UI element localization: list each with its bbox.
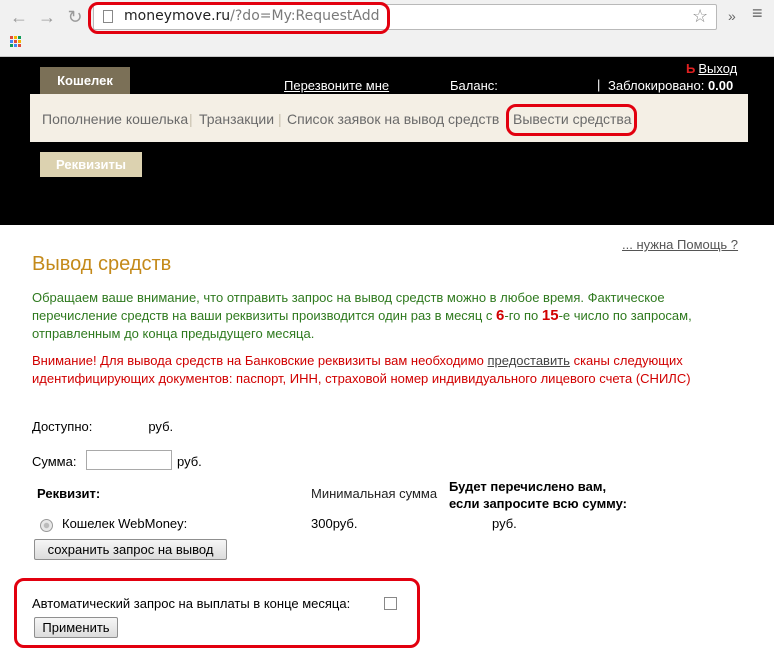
star-icon[interactable]: ☆ bbox=[692, 6, 708, 27]
blocked-label: Заблокировано: bbox=[608, 78, 705, 93]
row-total: руб. bbox=[492, 516, 517, 531]
row-min-sum: 300руб. bbox=[311, 516, 358, 531]
notice-day-to: 15 bbox=[541, 307, 559, 324]
col-total: Будет перечислено вам, если запросите всю… bbox=[449, 478, 627, 512]
header-separator: | bbox=[597, 77, 601, 92]
schedule-notice: Обращаем ваше внимание, что отправить за… bbox=[32, 289, 752, 343]
submenu-divider: | bbox=[189, 111, 193, 127]
balance-label: Баланс: bbox=[450, 78, 498, 93]
available-label: Доступно: bbox=[32, 419, 93, 434]
wallet-submenu: Пополнение кошелька | Транзакции | Списо… bbox=[30, 94, 748, 142]
col-total-line2: если запросите всю сумму: bbox=[449, 496, 628, 511]
back-icon[interactable]: ← bbox=[8, 6, 30, 28]
highlight-url bbox=[88, 2, 390, 34]
extensions-chevron-icon[interactable]: » bbox=[728, 8, 736, 24]
apply-button[interactable]: Применить bbox=[34, 617, 118, 638]
callback-link[interactable]: Перезвоните мне bbox=[284, 78, 389, 93]
auto-request-checkbox[interactable] bbox=[384, 597, 397, 610]
page-title: Вывод средств bbox=[32, 253, 172, 275]
sum-label: Сумма: bbox=[32, 454, 77, 469]
auto-request-label: Автоматический запрос на выплаты в конце… bbox=[32, 596, 351, 611]
col-requisite: Реквизит: bbox=[37, 486, 101, 501]
save-request-button[interactable]: сохранить запрос на вывод bbox=[34, 539, 227, 560]
available-unit: руб. bbox=[148, 419, 174, 434]
logout-icon: Ь bbox=[686, 61, 696, 76]
available-row: Доступно: руб. bbox=[32, 419, 173, 434]
blocked-amount: Заблокировано: 0.00 bbox=[608, 78, 733, 93]
submenu-divider: | bbox=[278, 111, 282, 127]
menu-icon[interactable]: ≡ bbox=[752, 4, 763, 22]
submenu-transactions[interactable]: Транзакции bbox=[199, 111, 274, 127]
submenu-topup[interactable]: Пополнение кошелька bbox=[42, 111, 188, 127]
submenu-requests-list[interactable]: Список заявок на вывод средств bbox=[287, 111, 499, 127]
documents-warning: Внимание! Для вывода средств на Банковск… bbox=[32, 352, 772, 388]
blocked-value: 0.00 bbox=[707, 78, 734, 93]
col-min-sum: Минимальная сумма bbox=[311, 486, 438, 501]
highlight-withdraw bbox=[506, 104, 637, 136]
logout-link[interactable]: Ь Выход bbox=[686, 61, 737, 76]
webmoney-radio[interactable] bbox=[40, 519, 53, 532]
sum-input[interactable] bbox=[86, 450, 172, 470]
logout-label: Выход bbox=[698, 61, 738, 76]
col-total-line1: Будет перечислено вам, bbox=[449, 479, 607, 494]
requisites-button[interactable]: Реквизиты bbox=[40, 152, 142, 177]
sum-unit: руб. bbox=[177, 454, 202, 469]
apps-icon[interactable] bbox=[10, 36, 22, 48]
reload-icon[interactable]: ↻ bbox=[64, 6, 86, 28]
warning-text: Внимание! Для вывода средств на Банковск… bbox=[32, 353, 488, 368]
forward-icon[interactable]: → bbox=[36, 6, 58, 28]
provide-documents-link[interactable]: предоставить bbox=[487, 353, 569, 368]
tab-wallet[interactable]: Кошелек bbox=[40, 67, 130, 94]
row-requisite-name: Кошелек WebMoney: bbox=[62, 516, 188, 531]
help-link[interactable]: ... нужна Помощь ? bbox=[622, 237, 738, 252]
notice-text: -го по bbox=[504, 308, 542, 323]
